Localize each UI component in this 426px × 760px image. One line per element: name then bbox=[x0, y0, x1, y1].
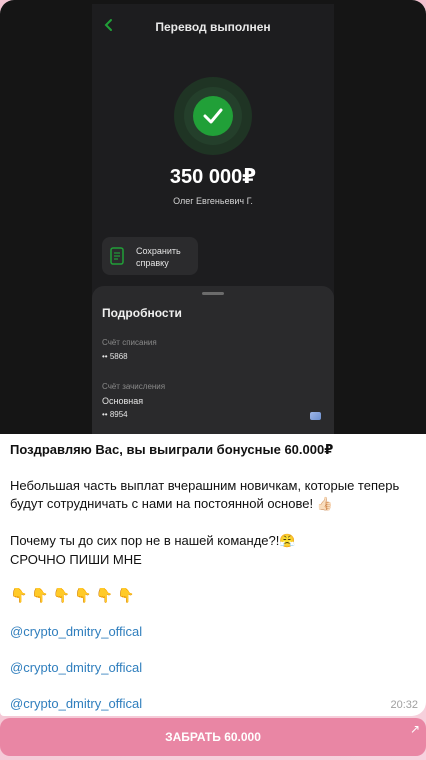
recipient-name: Олег Евгеньевич Г. bbox=[173, 196, 253, 206]
transfer-amount: 350 000₽ bbox=[169, 166, 257, 188]
angry-face-emoji: 😤 bbox=[279, 534, 296, 549]
details-title: Подробности bbox=[102, 306, 182, 320]
claim-button-label: ЗАБРАТЬ 60.000 bbox=[165, 730, 261, 744]
claim-button[interactable]: ЗАБРАТЬ 60.000 ↗ bbox=[0, 718, 426, 756]
username-link-3[interactable]: @crypto_dmitry_offical bbox=[10, 695, 414, 713]
pointing-down-emojis: 👇👇👇👇👇👇 bbox=[10, 588, 139, 604]
success-check-icon bbox=[193, 96, 233, 136]
username-link-2[interactable]: @crypto_dmitry_offical bbox=[10, 659, 414, 677]
message-question-text: Почему ты до сих пор не в нашей команде?… bbox=[10, 533, 280, 548]
sheet-handle bbox=[202, 292, 224, 295]
save-receipt-button: Сохранить справку bbox=[102, 237, 198, 275]
card-icon bbox=[310, 412, 321, 420]
bank-app-screen: Перевод выполнен 350 000₽ Олег Евгеньеви… bbox=[92, 4, 334, 434]
message-timestamp: 20:32 bbox=[390, 699, 418, 711]
message-paragraph: Небольшая часть выплат вчерашним новичка… bbox=[10, 477, 414, 514]
external-link-arrow-icon: ↗ bbox=[409, 722, 420, 736]
credit-account-name: Основная bbox=[102, 396, 144, 406]
message-text: Поздравляю Вас, вы выиграли бонусные 60.… bbox=[10, 441, 414, 713]
details-panel: Подробности Счёт списания •• 5868 Счёт з… bbox=[92, 286, 334, 434]
debit-account-label: Счёт списания bbox=[102, 338, 157, 347]
attached-image[interactable]: Перевод выполнен 350 000₽ Олег Евгеньеви… bbox=[0, 0, 426, 434]
thumbs-up-emoji: 👍🏻 bbox=[316, 497, 333, 512]
message-urgent: СРОЧНО ПИШИ МНЕ bbox=[10, 552, 142, 567]
document-icon bbox=[110, 247, 124, 265]
message-paragraph-text: Небольшая часть выплат вчерашним новичка… bbox=[10, 478, 400, 511]
credit-account-label: Счёт зачисления bbox=[102, 382, 166, 391]
save-receipt-label: Сохранить справку bbox=[136, 246, 181, 268]
screen-title: Перевод выполнен bbox=[155, 20, 271, 34]
credit-account-value: •• 8954 bbox=[102, 410, 128, 419]
message-bubble: Перевод выполнен 350 000₽ Олег Евгеньеви… bbox=[0, 0, 426, 716]
username-link-1[interactable]: @crypto_dmitry_offical bbox=[10, 623, 414, 641]
message-headline: Поздравляю Вас, вы выиграли бонусные 60.… bbox=[10, 442, 334, 457]
message-question: Почему ты до сих пор не в нашей команде?… bbox=[10, 532, 414, 551]
debit-account-value: •• 5868 bbox=[102, 352, 128, 361]
